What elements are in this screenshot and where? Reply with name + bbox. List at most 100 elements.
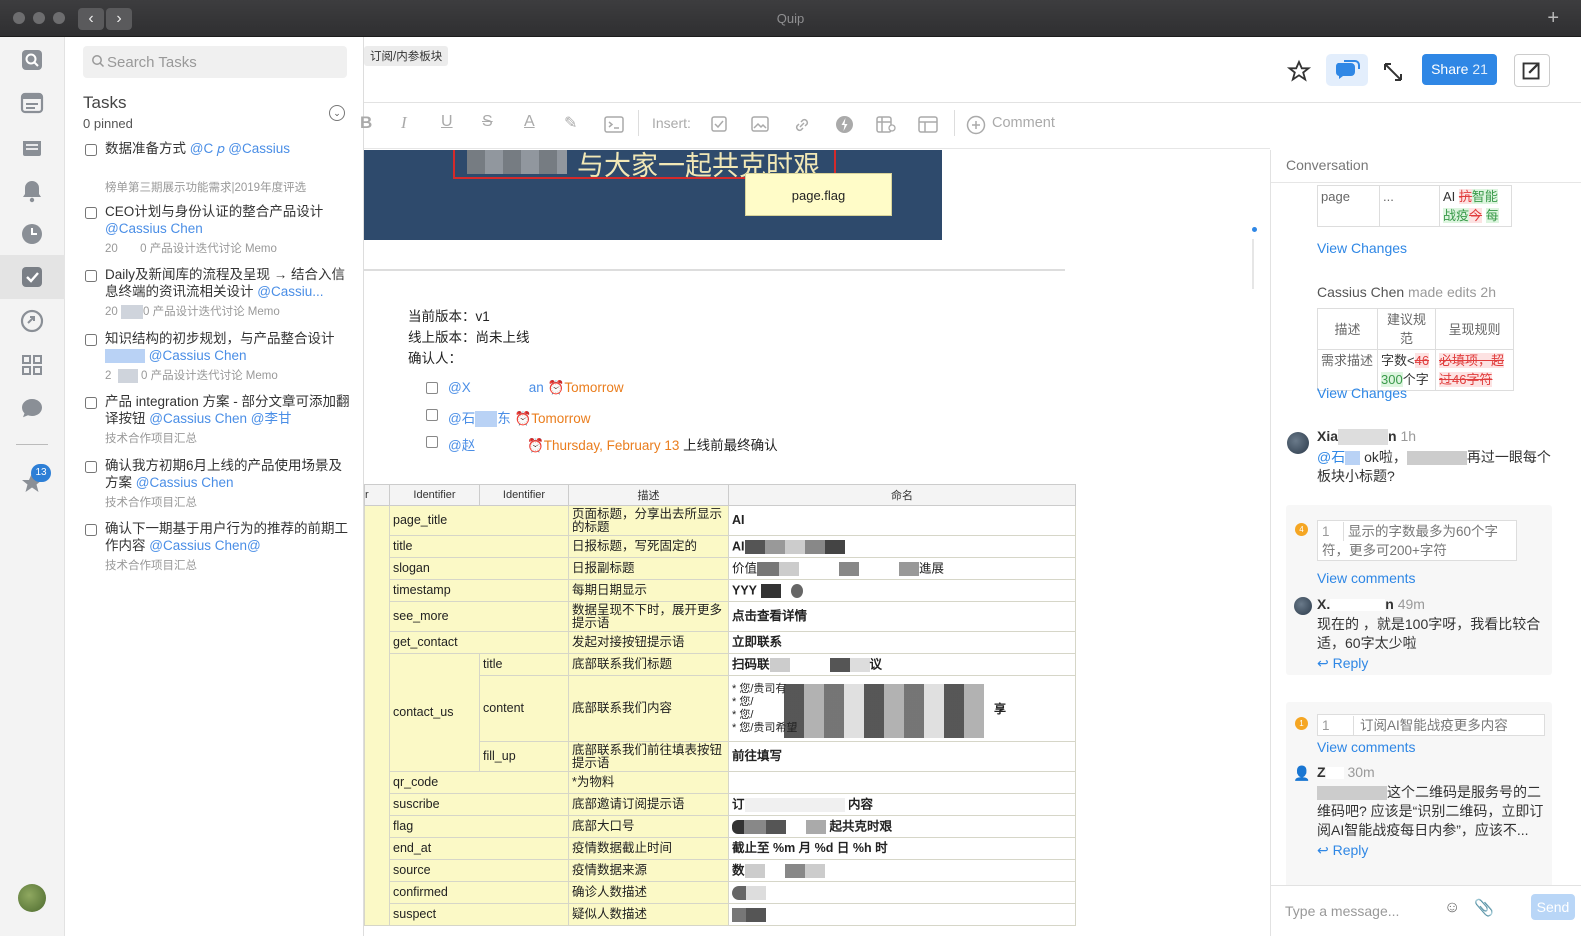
checklist-checkbox[interactable] — [426, 382, 438, 394]
link-icon[interactable] — [18, 307, 46, 335]
task-checkbox[interactable] — [85, 524, 97, 536]
table-cell[interactable]: 疑似人数描述 — [568, 903, 729, 926]
table-cell[interactable]: 底部联系我们内容 — [568, 675, 729, 742]
table-cell[interactable]: timestamp — [389, 579, 569, 602]
task-checkbox[interactable] — [85, 270, 97, 282]
attachment-icon[interactable]: 📎 — [1474, 898, 1494, 918]
task-mentions[interactable]: @Cassius Chen @李甘 — [149, 411, 291, 426]
share-button[interactable]: Share 21 — [1422, 54, 1497, 85]
table-cell[interactable]: title — [389, 535, 569, 558]
table-cell[interactable]: content — [479, 675, 569, 742]
conversation-toggle-button[interactable] — [1326, 54, 1368, 86]
add-comment-icon[interactable] — [966, 115, 986, 139]
task-meta[interactable]: 技术合作项目汇总 — [105, 557, 350, 573]
table-cell[interactable]: AI — [728, 535, 1076, 558]
italic-icon[interactable]: I — [401, 113, 407, 137]
table-cell[interactable]: 页面标题，分享出去所显示的标题 — [568, 505, 729, 536]
view-changes-link[interactable]: View Changes — [1317, 385, 1407, 401]
mention[interactable]: @石 — [448, 411, 475, 426]
table-cell[interactable]: 前往填写 — [728, 741, 1076, 772]
table-cell[interactable]: 点击查看详情 — [728, 601, 1076, 632]
task-checkbox[interactable] — [85, 397, 97, 409]
avatar[interactable] — [1294, 597, 1312, 615]
checklist-checkbox[interactable] — [426, 436, 438, 448]
tasks-icon[interactable] — [18, 263, 46, 291]
reply-link[interactable]: ↩ Reply — [1317, 842, 1368, 859]
emoji-icon[interactable]: ☺ — [1444, 899, 1460, 917]
mention[interactable]: @赵 — [448, 438, 475, 453]
scrollbar[interactable] — [1252, 239, 1254, 289]
due-date[interactable]: Tomorrow — [564, 380, 623, 395]
table-cell[interactable]: get_contact — [389, 631, 569, 654]
view-comments-link[interactable]: View comments — [1317, 739, 1416, 755]
table-cell[interactable]: 日报标题，写死固定的 — [568, 535, 729, 558]
table-cell[interactable]: 底部联系我们标题 — [568, 653, 729, 676]
table-cell[interactable]: 每期日期显示 — [568, 579, 729, 602]
compose-button[interactable] — [1514, 54, 1550, 87]
table-cell[interactable]: YYY — [728, 579, 1076, 602]
table-cell[interactable]: 底部大口号 — [568, 815, 729, 838]
documents-icon[interactable] — [18, 89, 46, 117]
table-cell[interactable] — [364, 505, 390, 926]
chat-icon[interactable] — [18, 394, 46, 422]
view-comments-link[interactable]: View comments — [1317, 570, 1416, 586]
highlighter-icon[interactable]: ✎ — [564, 113, 577, 137]
mention[interactable]: @X — [448, 380, 471, 395]
column-header[interactable]: r — [364, 484, 390, 506]
search-icon[interactable] — [18, 46, 46, 74]
table-cell[interactable] — [728, 903, 1076, 926]
table-cell[interactable]: 底部邀请订阅提示语 — [568, 793, 729, 816]
table-cell[interactable]: 立即联系 — [728, 631, 1076, 654]
message-author[interactable]: Xia — [1317, 428, 1338, 444]
table-cell[interactable]: title — [479, 653, 569, 676]
column-header[interactable]: Identifier — [389, 484, 480, 506]
table-cell[interactable]: AI — [728, 505, 1076, 536]
table-cell[interactable]: see_more — [389, 601, 569, 632]
bell-icon[interactable] — [18, 177, 46, 205]
checklist-checkbox[interactable] — [426, 409, 438, 421]
table-cell[interactable]: 疫情数据截止时间 — [568, 837, 729, 860]
due-date[interactable]: Tomorrow — [531, 411, 590, 426]
table-cell[interactable]: end_at — [389, 837, 569, 860]
message-author[interactable]: X. — [1317, 596, 1330, 612]
table-icon[interactable] — [918, 116, 938, 140]
table-cell[interactable]: *为物料 — [568, 771, 729, 794]
star-icon[interactable] — [1286, 59, 1312, 85]
task-mentions[interactable]: @Cassius Chen — [136, 475, 234, 490]
clock-icon[interactable] — [18, 220, 46, 248]
task-meta[interactable]: 20 0 产品设计迭代讨论 Memo — [105, 240, 350, 256]
underline-icon[interactable]: U — [441, 113, 453, 137]
table-cell[interactable] — [728, 771, 1076, 794]
table-cell[interactable]: * 您/贵司有 * 您/ * 您/ * 您/贵司希望 享 — [728, 675, 1076, 742]
table-cell[interactable]: suspect — [389, 903, 569, 926]
table-cell[interactable]: 确诊人数描述 — [568, 881, 729, 904]
task-mentions[interactable]: @C 𝑝 @Cassius — [190, 141, 290, 156]
mention-tail[interactable]: 东 — [497, 411, 511, 426]
table-cell[interactable]: 扫码联 议 — [728, 653, 1076, 676]
due-date[interactable]: Thursday, February 13 — [544, 438, 680, 453]
user-avatar[interactable] — [18, 884, 46, 912]
reply-link[interactable]: ↩ Reply — [1317, 655, 1368, 672]
table-cell[interactable]: flag — [389, 815, 569, 838]
table-cell[interactable]: confirmed — [389, 881, 569, 904]
task-meta[interactable]: 榜单第三期展示功能需求|2019年度评选 — [105, 179, 350, 195]
table-cell[interactable]: 数 — [728, 859, 1076, 882]
new-tab-button[interactable]: + — [1547, 7, 1559, 30]
table-cell[interactable]: contact_us — [389, 653, 480, 772]
task-checkbox[interactable] — [85, 207, 97, 219]
task-mentions[interactable]: @Cassius Chen@ — [149, 538, 260, 553]
table-cell[interactable]: slogan — [389, 557, 569, 580]
table-cell[interactable]: 截止至 %m 月 %d 日 %h 时 — [728, 837, 1076, 860]
mention[interactable]: @石 — [1317, 449, 1345, 465]
table-cell[interactable]: fill_up — [479, 741, 569, 772]
edit-author[interactable]: Cassius Chen — [1317, 284, 1404, 300]
checklist-icon[interactable] — [711, 116, 727, 140]
avatar[interactable] — [1287, 432, 1309, 454]
column-header[interactable]: 命名 — [728, 484, 1076, 506]
search-tasks-input[interactable] — [83, 46, 347, 78]
strikethrough-icon[interactable]: S — [482, 113, 493, 137]
apps-grid-icon[interactable] — [18, 351, 46, 379]
column-header[interactable]: 描述 — [568, 484, 729, 506]
inbox-icon[interactable] — [18, 133, 46, 161]
image-icon[interactable] — [751, 116, 769, 140]
